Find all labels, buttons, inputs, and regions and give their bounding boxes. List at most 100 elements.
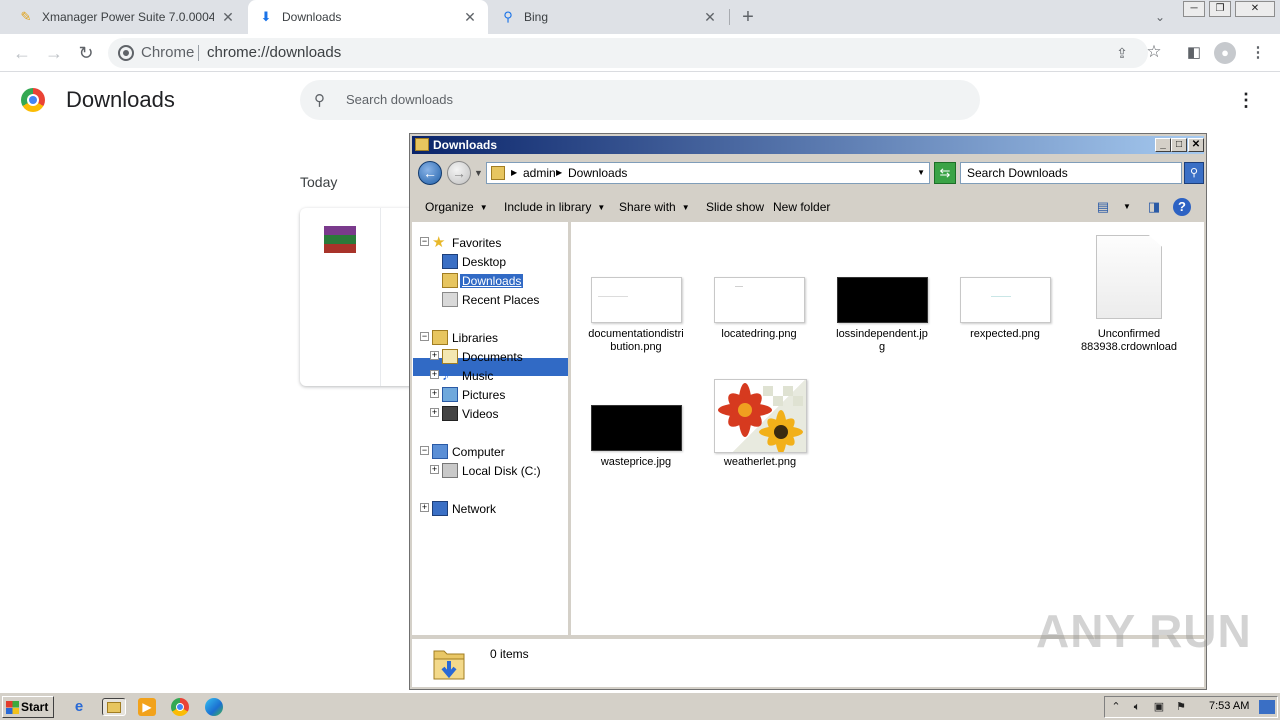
nav-downloads[interactable]: Downloads [412, 272, 569, 290]
image-thumbnail[interactable] [591, 405, 682, 451]
nav-documents[interactable]: + Documents [412, 348, 569, 366]
document-file-icon[interactable] [1096, 235, 1162, 319]
close-tab-icon[interactable]: ✕ [220, 9, 236, 26]
nav-desktop[interactable]: Desktop [412, 253, 569, 271]
new-folder-button[interactable]: New folder [773, 200, 830, 214]
volume-icon[interactable]: 🔈︎ [1129, 700, 1145, 714]
refresh-icon[interactable]: ⇆ [934, 162, 956, 184]
nav-videos[interactable]: + Videos [412, 405, 569, 423]
tab-search-icon[interactable]: ⌄ [1150, 7, 1170, 27]
file-name-label[interactable]: rexpected.png [950, 328, 1060, 341]
address-dropdown-icon[interactable]: ▼ [917, 168, 925, 177]
nav-music[interactable]: + ♪ Music [412, 367, 569, 385]
back-arrow-icon[interactable]: ← [10, 41, 34, 65]
organize-label: Organize [425, 200, 474, 214]
nav-label: Favorites [452, 236, 502, 250]
breadcrumb-admin[interactable]: admin [523, 166, 556, 180]
bookmark-star-icon[interactable]: ☆ [1144, 42, 1164, 62]
reload-icon[interactable]: ↻ [74, 41, 98, 65]
close-window-button[interactable]: ✕ [1235, 1, 1275, 17]
new-tab-button[interactable]: + [736, 5, 760, 29]
preview-pane-icon[interactable]: ◨ [1145, 198, 1163, 216]
nav-recent-places[interactable]: Recent Places [412, 291, 569, 309]
explorer-taskbar-icon[interactable] [102, 698, 126, 716]
expand-icon[interactable]: + [430, 389, 439, 398]
search-placeholder: Search downloads [346, 92, 453, 107]
image-thumbnail[interactable] [960, 277, 1051, 323]
more-actions-icon[interactable]: ⋮ [1236, 90, 1256, 110]
clock[interactable]: 7:53 AM [1209, 700, 1249, 712]
tab-xmanager[interactable]: ✎ Xmanager Power Suite 7.0.0004 | Bi ✕ [8, 0, 246, 34]
download-icon: ⬇ [260, 9, 272, 24]
restore-window-button[interactable]: ❐ [1209, 1, 1231, 17]
file-name-label[interactable]: weatherlet.png [705, 456, 815, 469]
recent-pages-arrow-icon[interactable]: ▼ [474, 168, 483, 178]
explorer-minimize-button[interactable]: _ [1155, 138, 1171, 152]
explorer-maximize-button[interactable]: □ [1171, 138, 1187, 152]
tab-label: Xmanager Power Suite 7.0.0004 | Bi [42, 10, 214, 24]
chrome-taskbar-icon[interactable] [171, 698, 189, 716]
explorer-search-input[interactable]: Search Downloads [960, 162, 1182, 184]
search-downloads-input[interactable]: ⚲ Search downloads [300, 80, 980, 120]
nav-local-disk[interactable]: + Local Disk (C:) [412, 462, 569, 480]
organize-button[interactable]: Organize ▼ [425, 200, 488, 214]
url-text[interactable]: chrome://downloads [207, 44, 341, 61]
change-view-icon[interactable]: ▤ [1094, 198, 1112, 216]
image-thumbnail[interactable] [837, 277, 928, 323]
help-icon[interactable]: ? [1173, 198, 1191, 216]
file-name-label[interactable]: lossindependent.jp g [827, 328, 937, 354]
address-bar[interactable]: Chrome chrome://downloads ⇪ ☆ [108, 38, 1162, 68]
collapse-icon[interactable]: − [420, 446, 429, 455]
view-options-arrow-icon[interactable]: ▼ [1118, 198, 1136, 216]
breadcrumb-arrow-icon[interactable]: ▶ [556, 168, 562, 177]
share-icon[interactable]: ⇪ [1112, 43, 1132, 63]
close-tab-icon[interactable]: ✕ [702, 9, 718, 26]
image-thumbnail[interactable] [591, 277, 682, 323]
nav-favorites[interactable]: − ★ Favorites [412, 234, 569, 252]
show-desktop-icon[interactable] [1259, 700, 1275, 714]
expand-icon[interactable]: + [430, 408, 439, 417]
file-name-label[interactable]: documentationdistri bution.png [581, 328, 691, 354]
explorer-forward-icon[interactable]: → [447, 161, 471, 185]
slide-show-button[interactable]: Slide show [706, 200, 764, 214]
share-with-button[interactable]: Share with ▼ [619, 200, 690, 214]
expand-icon[interactable]: + [420, 503, 429, 512]
collapse-icon[interactable]: − [420, 237, 429, 246]
file-name-label[interactable]: wasteprice.jpg [581, 456, 691, 469]
edge-icon[interactable] [205, 698, 223, 716]
start-button[interactable]: Start [2, 696, 54, 718]
expand-icon[interactable]: + [430, 370, 439, 379]
explorer-back-icon[interactable]: ← [418, 161, 442, 185]
chrome-menu-icon[interactable]: ⋮ [1246, 41, 1270, 65]
minimize-window-button[interactable]: ─ [1183, 1, 1205, 17]
show-hidden-icons-icon[interactable]: ⌃ [1108, 700, 1124, 714]
media-player-icon[interactable]: ▶ [138, 698, 156, 716]
expand-icon[interactable]: + [430, 465, 439, 474]
include-in-library-button[interactable]: Include in library ▼ [504, 200, 605, 214]
side-panel-icon[interactable]: ◧ [1182, 41, 1206, 65]
nav-libraries[interactable]: − Libraries [412, 329, 569, 347]
explorer-close-button[interactable]: ✕ [1188, 138, 1204, 152]
nav-pictures[interactable]: + Pictures [412, 386, 569, 404]
flower-image-thumbnail[interactable] [714, 379, 807, 453]
forward-arrow-icon[interactable]: → [42, 41, 66, 65]
nav-network[interactable]: + Network [412, 500, 569, 518]
expand-icon[interactable]: + [430, 351, 439, 360]
breadcrumb-downloads[interactable]: Downloads [568, 166, 627, 180]
network-tray-icon[interactable]: ▣ [1151, 700, 1167, 714]
internet-explorer-icon[interactable]: e [70, 698, 88, 716]
nav-computer[interactable]: − Computer [412, 443, 569, 461]
action-center-flag-icon[interactable]: ⚑ [1173, 700, 1189, 714]
downloads-folder-icon [442, 273, 458, 288]
tab-bing[interactable]: ⚲ Bing ✕ [490, 0, 728, 34]
image-thumbnail[interactable] [714, 277, 805, 323]
search-icon[interactable]: ⚲ [1184, 162, 1204, 184]
close-tab-icon[interactable]: ✕ [462, 9, 478, 26]
breadcrumb-arrow-icon[interactable]: ▶ [511, 168, 517, 177]
profile-avatar-icon[interactable]: ● [1214, 42, 1236, 64]
file-name-label[interactable]: locatedring.png [704, 328, 814, 341]
tab-downloads[interactable]: ⬇ Downloads ✕ [248, 0, 488, 34]
collapse-icon[interactable]: − [420, 332, 429, 341]
explorer-address-bar[interactable]: ▶ admin ▶ Downloads ▼ [486, 162, 930, 184]
file-name-label[interactable]: Unconfirmed 883938.crdownload [1074, 328, 1184, 354]
